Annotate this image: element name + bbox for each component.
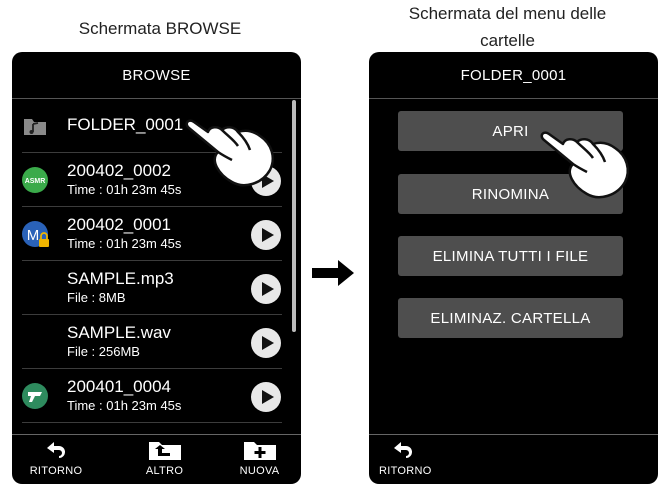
list-item-file[interactable]: M 200402_0001 Time : 01h 23m 45s xyxy=(12,207,292,261)
folder-music-icon xyxy=(21,112,49,140)
back-label: RITORNO xyxy=(379,465,432,477)
row-name: SAMPLE.mp3 xyxy=(67,269,174,288)
toolbar-divider xyxy=(12,434,301,435)
caption-line-2: cartelle xyxy=(480,31,535,50)
play-icon[interactable] xyxy=(251,220,281,250)
play-icon[interactable] xyxy=(251,382,281,412)
pointing-hand-icon xyxy=(180,108,280,198)
row-divider xyxy=(22,422,282,423)
play-icon[interactable] xyxy=(251,274,281,304)
list-item-file[interactable]: SAMPLE.wav File : 256MB xyxy=(12,315,292,369)
row-name: SAMPLE.wav xyxy=(67,323,171,342)
back-arrow-icon xyxy=(394,442,412,458)
list-item-file[interactable]: 200401_0004 Time : 01h 23m 45s xyxy=(12,369,292,423)
row-subtext: File : 256MB xyxy=(67,344,140,359)
scrollbar[interactable] xyxy=(292,100,296,332)
back-label: RITORNO xyxy=(29,465,83,477)
m-lock-icon: M xyxy=(21,220,49,248)
mic-icon xyxy=(21,382,49,410)
transition-arrow-icon xyxy=(310,258,356,293)
list-item-file[interactable]: SAMPLE.mp3 File : 8MB xyxy=(12,261,292,315)
row-name: 200401_0004 xyxy=(67,377,172,396)
caption-folder-menu-screen: Schermata del menu delle cartelle xyxy=(360,0,655,54)
new-folder-button[interactable]: NUOVA xyxy=(232,438,287,477)
row-subtext: File : 8MB xyxy=(67,290,126,305)
back-arrow-icon xyxy=(47,442,65,458)
row-subtext: Time : 01h 23m 45s xyxy=(67,398,182,413)
m-icon-text: M xyxy=(27,227,40,244)
row-name: FOLDER_0001 xyxy=(67,115,184,134)
row-name: 200402_0002 xyxy=(67,161,172,180)
back-button[interactable]: RITORNO xyxy=(379,440,432,477)
pointing-hand-icon xyxy=(535,120,635,210)
caption-browse-screen: Schermata BROWSE xyxy=(78,19,242,38)
folder-plus-icon xyxy=(243,442,276,460)
back-button[interactable]: RITORNO xyxy=(26,440,86,477)
other-label: ALTRO xyxy=(145,465,184,477)
asmr-icon: ASMR xyxy=(21,166,49,194)
browse-title: BROWSE xyxy=(122,66,191,84)
row-subtext: Time : 01h 23m 45s xyxy=(67,182,182,197)
delete-folder-button[interactable]: ELIMINAZ. CARTELLA xyxy=(398,298,623,338)
title-divider xyxy=(369,98,658,99)
toolbar-divider xyxy=(369,434,658,435)
caption-line-1: Schermata del menu delle xyxy=(408,4,607,23)
asmr-icon-text: ASMR xyxy=(25,178,46,185)
play-icon[interactable] xyxy=(251,328,281,358)
delete-all-files-button[interactable]: ELIMINA TUTTI I FILE xyxy=(398,236,623,276)
folder-up-icon xyxy=(148,442,181,460)
row-name: 200402_0001 xyxy=(67,215,172,234)
new-label: NUOVA xyxy=(239,465,280,477)
folder-menu-title: FOLDER_0001 xyxy=(460,66,567,84)
other-button[interactable]: ALTRO xyxy=(137,438,192,477)
row-subtext: Time : 01h 23m 45s xyxy=(67,236,182,251)
